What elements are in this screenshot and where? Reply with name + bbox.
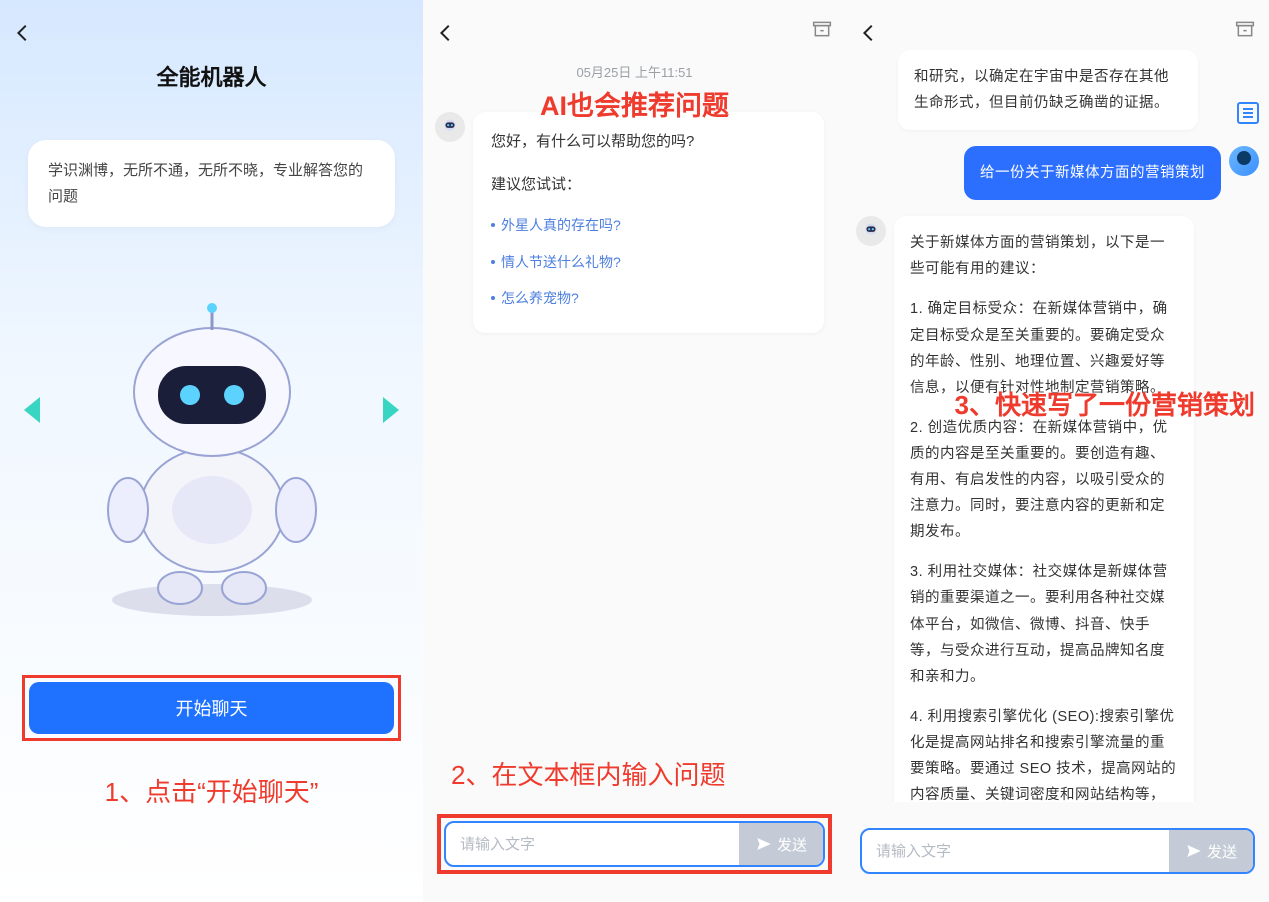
annotation-step1: 1、点击“开始聊天”	[0, 772, 423, 809]
user-message: 给一份关于新媒体方面的营销策划	[964, 146, 1221, 200]
chat-input[interactable]	[446, 823, 739, 865]
chat-input-bar: 发送	[444, 821, 825, 867]
suggestion-link[interactable]: 怎么养宠物?	[491, 280, 806, 317]
user-avatar-icon	[1229, 146, 1259, 176]
send-button[interactable]: 发送	[739, 823, 823, 865]
screen-result: 和研究，以确定在宇宙中是否存在其他生命形式，但目前仍缺乏确凿的证据。 给一份关于…	[846, 0, 1269, 902]
greeting-text: 您好，有什么可以帮助您的吗?	[491, 128, 806, 157]
chat-input-bar: 发送	[860, 828, 1255, 874]
bot-msg-intro: 关于新媒体方面的营销策划，以下是一些可能有用的建议：	[910, 230, 1178, 282]
annotation-ai-suggest: AI也会推荐问题	[423, 84, 846, 123]
back-button[interactable]	[12, 22, 34, 49]
input-wrap: 发送	[860, 828, 1255, 874]
intro-bubble: 学识渊博，无所不通，无所不晓，专业解答您的问题	[28, 140, 395, 227]
annotation-step2: 2、在文本框内输入问题	[451, 755, 725, 792]
back-button[interactable]	[858, 22, 880, 49]
chat-scroll-area[interactable]: 和研究，以确定在宇宙中是否存在其他生命形式，但目前仍缺乏确凿的证据。 给一份关于…	[846, 50, 1269, 802]
bot-msg-point: 2. 创造优质内容：在新媒体营销中，优质的内容是至关重要的。要创造有趣、有用、有…	[910, 415, 1178, 545]
suggestion-link[interactable]: 情人节送什么礼物?	[491, 244, 806, 281]
robot-illustration	[0, 280, 423, 640]
start-button-highlight: 开始聊天	[22, 675, 401, 741]
chat-timestamp: 05月25日 上午11:51	[423, 62, 846, 81]
archive-icon[interactable]	[1235, 18, 1255, 45]
try-label: 建议您试试：	[491, 171, 806, 200]
send-button[interactable]: 发送	[1169, 830, 1253, 872]
back-button[interactable]	[435, 22, 457, 49]
suggestion-link[interactable]: 外星人真的存在吗?	[491, 207, 806, 244]
bot-message: 关于新媒体方面的营销策划，以下是一些可能有用的建议： 1. 确定目标受众：在新媒…	[894, 216, 1194, 802]
bot-message-tail: 和研究，以确定在宇宙中是否存在其他生命形式，但目前仍缺乏确凿的证据。	[898, 50, 1198, 130]
send-label: 发送	[1207, 841, 1237, 862]
screen-suggestions: 05月25日 上午11:51 AI也会推荐问题 您好，有什么可以帮助您的吗? 建…	[423, 0, 846, 902]
page-title: 全能机器人	[0, 60, 423, 92]
bot-avatar-icon	[856, 216, 886, 246]
welcome-card: 您好，有什么可以帮助您的吗? 建议您试试： 外星人真的存在吗? 情人节送什么礼物…	[473, 112, 824, 333]
start-chat-button[interactable]: 开始聊天	[29, 682, 394, 734]
screen-intro: 全能机器人 学识渊博，无所不通，无所不晓，专业解答您的问题	[0, 0, 423, 902]
send-label: 发送	[777, 834, 807, 855]
input-highlight: 发送	[437, 814, 832, 874]
archive-icon[interactable]	[812, 18, 832, 45]
bot-msg-point: 3. 利用社交媒体：社交媒体是新媒体营销的重要渠道之一。要利用各种社交媒体平台，…	[910, 559, 1178, 689]
annotation-step3: 3、快速写了一份营销策划	[955, 385, 1255, 422]
welcome-message-row: 您好，有什么可以帮助您的吗? 建议您试试： 外星人真的存在吗? 情人节送什么礼物…	[435, 112, 824, 333]
bot-msg-point: 4. 利用搜索引擎优化 (SEO):搜索引擎优化是提高网站排名和搜索引擎流量的重…	[910, 704, 1178, 802]
chat-input[interactable]	[862, 830, 1169, 872]
